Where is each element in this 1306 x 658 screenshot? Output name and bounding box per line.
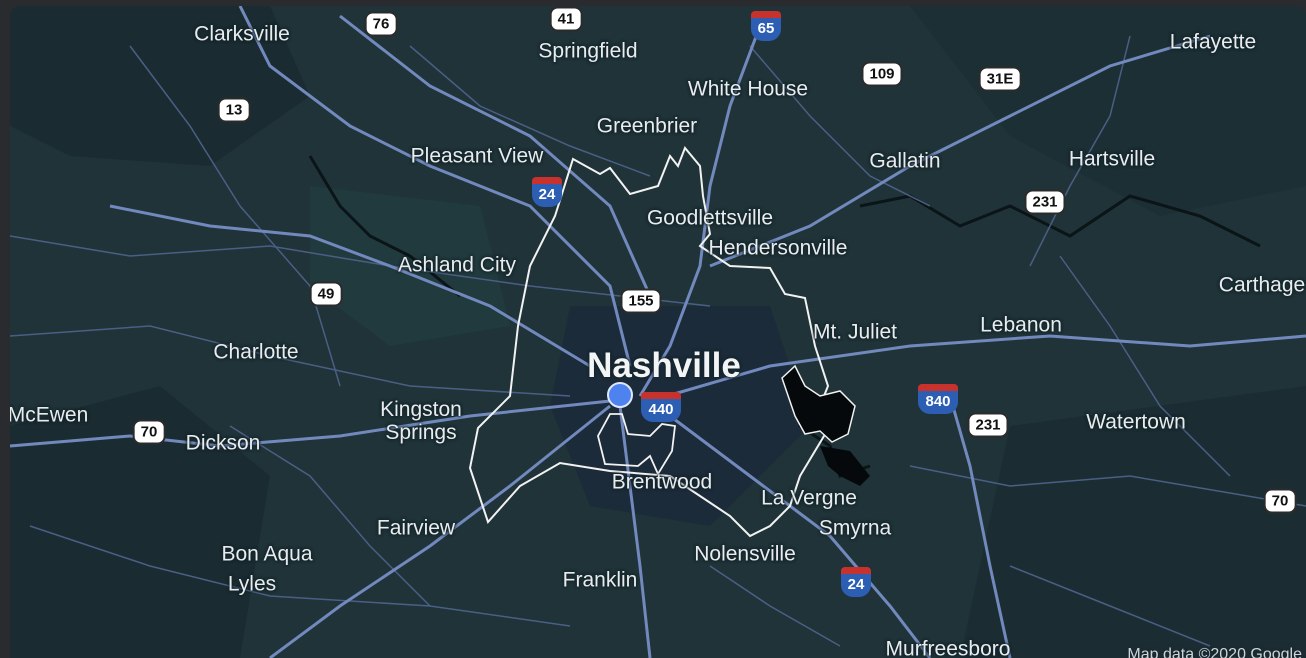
city-label-charlotte[interactable]: Charlotte [213, 340, 298, 363]
map-canvas[interactable]: Clarksville Springfield Lafayette White … [10, 6, 1306, 658]
city-label-smyrna[interactable]: Smyrna [819, 516, 891, 539]
city-label-pleasant-view[interactable]: Pleasant View [411, 144, 544, 167]
city-label-franklin[interactable]: Franklin [563, 568, 638, 591]
city-label-lafayette[interactable]: Lafayette [1170, 30, 1256, 53]
city-label-carthage[interactable]: Carthage [1219, 273, 1305, 296]
interstate-shield-24-north-number: 24 [532, 184, 562, 207]
city-label-bon-aqua[interactable]: Bon Aqua [221, 542, 312, 565]
route-shield-231-north: 231 [1024, 189, 1066, 215]
city-label-murfreesboro[interactable]: Murfreesboro [886, 637, 1011, 658]
route-shield-155: 155 [620, 288, 662, 314]
lake-south [820, 446, 870, 486]
city-label-nashville[interactable]: Nashville [587, 346, 741, 386]
interstate-shield-24-north: 24 [532, 177, 562, 207]
interstate-shield-24-south: 24 [841, 567, 871, 597]
city-label-hartsville[interactable]: Hartsville [1069, 147, 1155, 170]
route-shield-231-south: 231 [967, 412, 1009, 438]
city-label-ashland-city[interactable]: Ashland City [398, 253, 516, 276]
interstate-shield-840-number: 840 [918, 391, 958, 414]
interstate-shield-24-south-number: 24 [841, 574, 871, 597]
route-shield-70-west: 70 [132, 419, 166, 445]
route-shield-41: 41 [549, 6, 583, 32]
city-label-goodlettsville[interactable]: Goodlettsville [647, 206, 773, 229]
route-shield-70-east: 70 [1263, 488, 1297, 514]
location-marker[interactable] [607, 382, 633, 408]
city-label-springfield[interactable]: Springfield [538, 39, 637, 62]
interstate-shield-840: 840 [918, 384, 958, 414]
city-label-hendersonville[interactable]: Hendersonville [709, 236, 848, 259]
interstate-shield-440: 440 [641, 392, 681, 422]
interstate-shield-440-number: 440 [641, 399, 681, 422]
city-label-mcewen[interactable]: McEwen [10, 403, 88, 426]
city-label-gallatin[interactable]: Gallatin [869, 149, 940, 172]
city-label-la-vergne[interactable]: La Vergne [761, 486, 857, 509]
map-attribution: Map data ©2020 Google [1127, 646, 1302, 658]
terrain-patches [10, 6, 1306, 658]
map-base [10, 6, 1306, 658]
city-label-watertown[interactable]: Watertown [1086, 410, 1186, 433]
city-label-brentwood[interactable]: Brentwood [612, 470, 712, 493]
route-shield-13: 13 [217, 97, 251, 123]
city-label-fairview[interactable]: Fairview [377, 516, 455, 539]
interstate-shield-65: 65 [751, 11, 781, 41]
route-shield-109: 109 [861, 61, 903, 87]
interstate-shield-65-number: 65 [751, 18, 781, 41]
city-label-lebanon[interactable]: Lebanon [980, 313, 1062, 336]
city-label-lyles[interactable]: Lyles [228, 572, 276, 595]
city-label-dickson[interactable]: Dickson [186, 431, 261, 454]
route-shield-76: 76 [364, 11, 398, 37]
city-label-white-house[interactable]: White House [688, 77, 808, 100]
city-label-kingston-springs[interactable]: Kingston Springs [366, 398, 476, 444]
city-label-clarksville[interactable]: Clarksville [194, 22, 290, 45]
route-shield-31e: 31E [978, 66, 1022, 92]
city-label-greenbrier[interactable]: Greenbrier [597, 114, 697, 137]
city-label-mt-juliet[interactable]: Mt. Juliet [813, 320, 897, 343]
route-shield-49: 49 [309, 281, 343, 307]
city-label-nolensville[interactable]: Nolensville [694, 542, 796, 565]
